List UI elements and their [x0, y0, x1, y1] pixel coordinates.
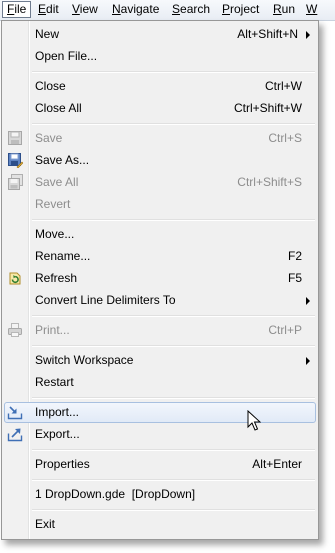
menu-item-shortcut: Ctrl+Shift+W	[233, 101, 302, 115]
menu-item-refresh[interactable]: Refresh F5	[4, 268, 316, 289]
submenu-arrow-icon	[306, 297, 310, 305]
menu-item-label: Refresh	[35, 271, 78, 285]
menu-item-label: Exit	[35, 517, 56, 531]
mnemonic: P	[222, 2, 231, 16]
menu-item-label: Save	[35, 131, 63, 145]
menu-item-recent-file[interactable]: 1 DropDown.gde [DropDown]	[4, 484, 316, 505]
menu-item-save-as[interactable]: Save As...	[4, 150, 316, 171]
menu-label: dit	[46, 2, 59, 16]
menu-item-open-file[interactable]: Open File...	[4, 46, 316, 67]
menu-item-switch-workspace[interactable]: Switch Workspace	[4, 350, 316, 371]
menu-project[interactable]: Project	[218, 1, 263, 18]
menu-navigate[interactable]: Navigate	[108, 1, 163, 18]
mnemonic: V	[72, 2, 80, 16]
file-menu-dropdown: New Alt+Shift+N Open File... Close Ctrl+…	[1, 20, 319, 540]
mnemonic: N	[112, 2, 121, 16]
menu-separator	[32, 509, 315, 511]
menu-item-convert-line-delimiters[interactable]: Convert Line Delimiters To	[4, 290, 316, 311]
menu-label: ile	[14, 2, 27, 16]
menu-item-shortcut: F2	[287, 249, 302, 263]
mnemonic: W	[306, 2, 318, 16]
menu-edit[interactable]: Edit	[34, 1, 63, 18]
menu-item-shortcut: Ctrl+W	[265, 79, 302, 93]
menu-file[interactable]: File	[2, 1, 32, 18]
menu-item-exit[interactable]: Exit	[4, 514, 316, 535]
menu-item-import[interactable]: Import...	[4, 402, 316, 423]
menu-item-close-all[interactable]: Close All Ctrl+Shift+W	[4, 98, 316, 119]
menu-bar: File Edit View Navigate Search Project R…	[0, 0, 335, 21]
save-as-icon	[8, 153, 23, 168]
menu-label: iew	[79, 2, 98, 16]
menu-item-label: Open File...	[35, 49, 98, 63]
menu-label: un	[281, 2, 296, 16]
menu-separator	[32, 345, 315, 347]
menu-label: avigate	[120, 2, 160, 16]
menu-item-label: Move...	[35, 227, 75, 241]
menu-item-label: Print...	[35, 323, 70, 337]
menu-item-shortcut: F5	[287, 271, 302, 285]
menu-separator	[32, 71, 315, 73]
menu-item-label: Save As...	[35, 153, 90, 167]
menu-item-label: New	[35, 27, 60, 41]
menu-item-close[interactable]: Close Ctrl+W	[4, 76, 316, 97]
menu-item-label: Convert Line Delimiters To	[35, 293, 176, 307]
print-icon	[8, 323, 22, 337]
menu-item-shortcut: Ctrl+S	[268, 131, 302, 145]
save-all-icon	[8, 174, 23, 190]
menu-item-shortcut: Ctrl+P	[268, 323, 302, 337]
menu-separator	[32, 219, 315, 221]
menu-view[interactable]: View	[68, 1, 102, 18]
menu-item-shortcut: Ctrl+Shift+S	[237, 175, 302, 189]
menu-item-export[interactable]: Export...	[4, 424, 316, 445]
menu-separator	[32, 315, 315, 317]
menu-item-label: Properties	[35, 457, 90, 471]
mnemonic: R	[273, 2, 282, 16]
menu-separator	[32, 479, 315, 481]
menu-item-label: Revert	[35, 197, 71, 211]
menu-item-label: Switch Workspace	[35, 353, 134, 367]
import-icon	[7, 406, 23, 420]
menu-label: earch	[180, 2, 211, 16]
menu-item-label: Restart	[35, 375, 74, 389]
export-icon	[7, 428, 23, 442]
submenu-arrow-icon	[306, 357, 310, 365]
refresh-icon	[9, 272, 21, 285]
menu-item-revert[interactable]: Revert	[4, 194, 316, 215]
menu-separator	[32, 123, 315, 125]
menu-separator	[32, 397, 315, 399]
menu-item-print[interactable]: Print... Ctrl+P	[4, 320, 316, 341]
menu-item-label: Import...	[35, 405, 80, 419]
menu-item-label: Close	[35, 79, 66, 93]
menu-separator	[32, 449, 315, 451]
menu-item-label: 1 DropDown.gde [DropDown]	[35, 487, 196, 501]
menu-search[interactable]: Search	[168, 1, 214, 18]
menu-item-save[interactable]: Save Ctrl+S	[4, 128, 316, 149]
mnemonic: S	[172, 2, 181, 16]
mouse-pointer-icon	[247, 410, 261, 431]
menu-item-properties[interactable]: Properties Alt+Enter	[4, 454, 316, 475]
menu-item-shortcut: Alt+Shift+N	[237, 27, 298, 41]
menu-item-label: Save All	[35, 175, 79, 189]
menu-item-rename[interactable]: Rename... F2	[4, 246, 316, 267]
menu-item-save-all[interactable]: Save All Ctrl+Shift+S	[4, 172, 316, 193]
menu-item-label: Rename...	[35, 249, 91, 263]
menu-item-restart[interactable]: Restart	[4, 372, 316, 393]
menu-item-shortcut: Alt+Enter	[252, 457, 302, 471]
menu-item-label: Export...	[35, 427, 80, 441]
menu-window[interactable]: W	[302, 1, 321, 18]
menu-item-label: Close All	[35, 101, 82, 115]
submenu-arrow-icon	[306, 31, 310, 39]
menu-run[interactable]: Run	[269, 1, 299, 18]
menu-label: roject	[230, 2, 260, 16]
save-disk-icon	[8, 131, 22, 145]
mnemonic: E	[38, 2, 47, 16]
menu-item-new[interactable]: New Alt+Shift+N	[4, 24, 316, 45]
menu-item-move[interactable]: Move...	[4, 224, 316, 245]
